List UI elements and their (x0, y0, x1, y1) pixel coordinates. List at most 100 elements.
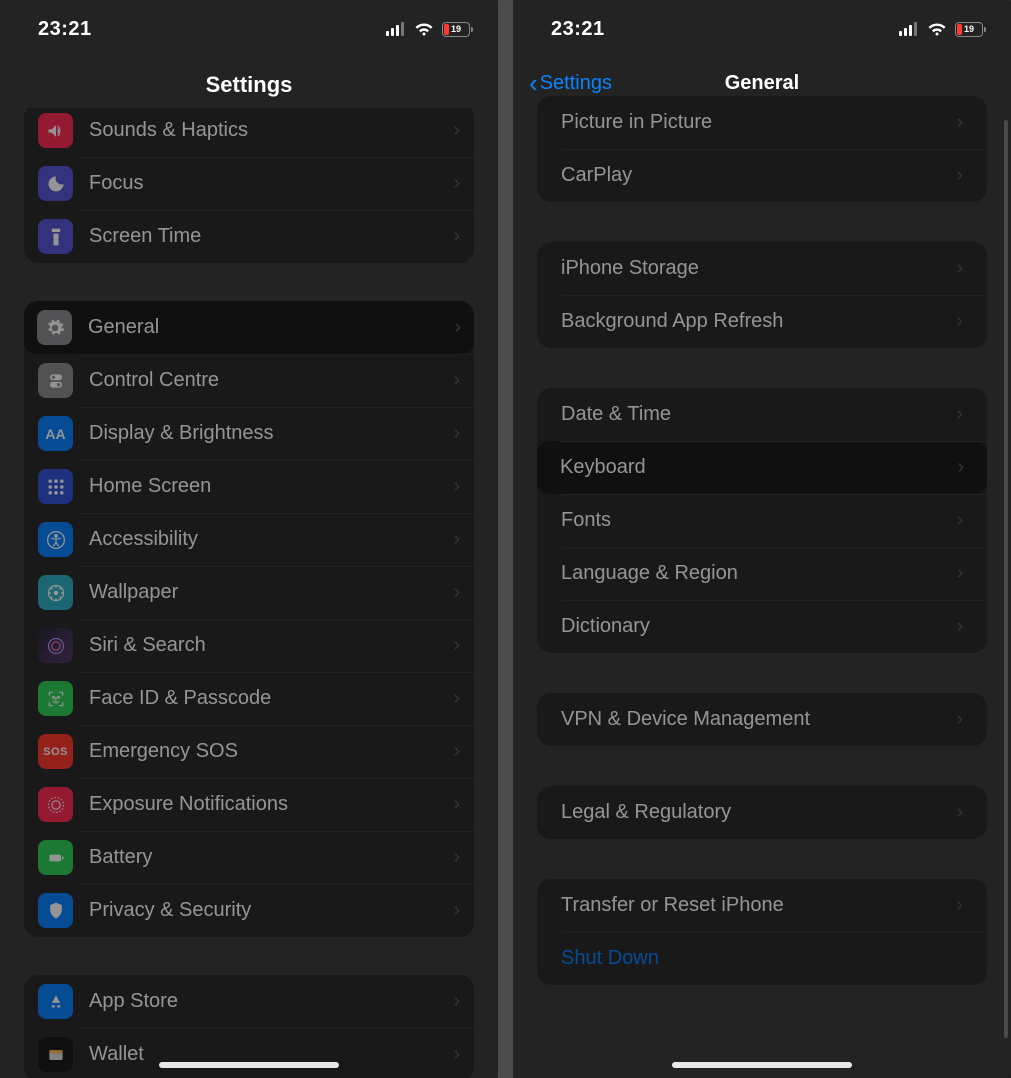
general-row-storage[interactable]: iPhone Storage› (537, 242, 987, 295)
settings-row-control[interactable]: Control Centre› (24, 354, 474, 407)
status-icons: 19 (386, 22, 470, 37)
settings-row-focus[interactable]: Focus› (24, 157, 474, 210)
settings-row-home[interactable]: Home Screen› (24, 460, 474, 513)
general-row-keyboard[interactable]: Keyboard› (537, 441, 987, 494)
wifi-icon (927, 22, 947, 37)
row-label: Focus (89, 172, 453, 195)
chevron-left-icon: ‹ (529, 70, 538, 96)
row-label: Background App Refresh (561, 310, 956, 333)
general-row-dictionary[interactable]: Dictionary› (537, 600, 987, 653)
chevron-right-icon: › (453, 687, 460, 710)
settings-row-sounds[interactable]: Sounds & Haptics› (24, 108, 474, 157)
row-label: Screen Time (89, 225, 453, 248)
status-bar: 23:21 19 (513, 0, 1011, 58)
row-label: Face ID & Passcode (89, 687, 453, 710)
row-label: App Store (89, 990, 453, 1013)
faceid-icon (38, 681, 73, 716)
general-group: iPhone Storage›Background App Refresh› (537, 242, 987, 348)
chevron-right-icon: › (957, 456, 964, 479)
row-label: Transfer or Reset iPhone (561, 894, 956, 917)
settings-list[interactable]: Sounds & Haptics›Focus›Screen Time›Gener… (0, 108, 498, 1078)
general-group: Picture in Picture›CarPlay› (537, 96, 987, 202)
wallet-icon (38, 1037, 73, 1072)
chevron-right-icon: › (453, 990, 460, 1013)
general-row-fonts[interactable]: Fonts› (537, 494, 987, 547)
back-label: Settings (540, 72, 612, 95)
wallpaper-icon (38, 575, 73, 610)
chevron-right-icon: › (956, 708, 963, 731)
chevron-right-icon: › (453, 422, 460, 445)
wifi-icon (414, 22, 434, 37)
focus-icon (38, 166, 73, 201)
settings-group: General›Control Centre›AADisplay & Brigh… (24, 301, 474, 937)
siri-icon (38, 628, 73, 663)
home-icon (38, 469, 73, 504)
general-row-datetime[interactable]: Date & Time› (537, 388, 987, 441)
chevron-right-icon: › (956, 509, 963, 532)
general-screen: 23:21 19 ‹ Settings General Picture in P… (513, 0, 1011, 1078)
chevron-right-icon: › (956, 257, 963, 280)
chevron-right-icon: › (453, 581, 460, 604)
settings-row-general[interactable]: General› (24, 301, 474, 354)
settings-row-wallet[interactable]: Wallet› (24, 1028, 474, 1078)
general-row-carplay[interactable]: CarPlay› (537, 149, 987, 202)
settings-row-privacy[interactable]: Privacy & Security› (24, 884, 474, 937)
chevron-right-icon: › (956, 894, 963, 917)
battery-icon (38, 840, 73, 875)
row-label: Legal & Regulatory (561, 801, 956, 824)
settings-row-sos[interactable]: SOSEmergency SOS› (24, 725, 474, 778)
row-label: Accessibility (89, 528, 453, 551)
chevron-right-icon: › (956, 164, 963, 187)
sounds-icon (38, 113, 73, 148)
settings-screen: 23:21 19 Settings Sounds & Haptics›Focus… (0, 0, 498, 1078)
row-label: Exposure Notifications (89, 793, 453, 816)
row-label: iPhone Storage (561, 257, 956, 280)
back-button[interactable]: ‹ Settings (529, 70, 612, 96)
battery-icon: 19 (442, 22, 470, 37)
settings-row-exposure[interactable]: Exposure Notifications› (24, 778, 474, 831)
page-title: Settings (206, 72, 293, 98)
settings-row-siri[interactable]: Siri & Search› (24, 619, 474, 672)
home-indicator[interactable] (672, 1062, 852, 1068)
status-bar: 23:21 19 (0, 0, 498, 58)
settings-row-faceid[interactable]: Face ID & Passcode› (24, 672, 474, 725)
chevron-right-icon: › (453, 369, 460, 392)
row-label: Date & Time (561, 403, 956, 426)
settings-row-access[interactable]: Accessibility› (24, 513, 474, 566)
row-label: Wallpaper (89, 581, 453, 604)
general-row-shutdown[interactable]: Shut Down (537, 932, 987, 985)
general-row-bgrefresh[interactable]: Background App Refresh› (537, 295, 987, 348)
chevron-right-icon: › (453, 846, 460, 869)
row-label: Language & Region (561, 562, 956, 585)
general-list[interactable]: Picture in Picture›CarPlay› iPhone Storag… (513, 96, 1011, 1078)
screentime-icon (38, 219, 73, 254)
chevron-right-icon: › (453, 793, 460, 816)
scrollbar[interactable] (1004, 120, 1008, 1038)
chevron-right-icon: › (453, 225, 460, 248)
chevron-right-icon: › (956, 310, 963, 333)
settings-row-display[interactable]: AADisplay & Brightness› (24, 407, 474, 460)
appstore-icon (38, 984, 73, 1019)
settings-row-appstore[interactable]: App Store› (24, 975, 474, 1028)
row-label: Keyboard (560, 456, 957, 479)
settings-row-screentime[interactable]: Screen Time› (24, 210, 474, 263)
home-indicator[interactable] (159, 1062, 339, 1068)
row-label: CarPlay (561, 164, 956, 187)
general-row-legal[interactable]: Legal & Regulatory› (537, 786, 987, 839)
control-icon (38, 363, 73, 398)
row-label: Sounds & Haptics (89, 119, 453, 142)
chevron-right-icon: › (956, 615, 963, 638)
display-icon: AA (38, 416, 73, 451)
general-row-vpn[interactable]: VPN & Device Management› (537, 693, 987, 746)
general-row-langregion[interactable]: Language & Region› (537, 547, 987, 600)
general-group: Legal & Regulatory› (537, 786, 987, 839)
access-icon (38, 522, 73, 557)
settings-row-wallpaper[interactable]: Wallpaper› (24, 566, 474, 619)
sos-icon: SOS (38, 734, 73, 769)
general-row-transfer[interactable]: Transfer or Reset iPhone› (537, 879, 987, 932)
battery-icon: 19 (955, 22, 983, 37)
row-label: Siri & Search (89, 634, 453, 657)
settings-row-battery[interactable]: Battery› (24, 831, 474, 884)
general-icon (37, 310, 72, 345)
chevron-right-icon: › (453, 475, 460, 498)
